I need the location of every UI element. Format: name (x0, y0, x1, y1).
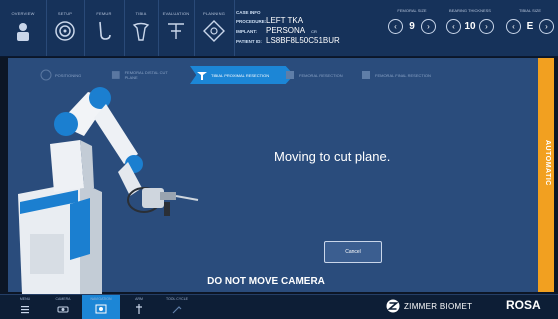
planning-icon (203, 20, 225, 42)
topnav-overview[interactable]: Overview (0, 0, 47, 56)
femur-final-icon (362, 71, 370, 79)
topnav-evaluation[interactable]: Evaluation (158, 0, 195, 56)
bottomnav-arm-label: Arm (135, 297, 143, 301)
topnav-femur-label: Femur (96, 11, 112, 16)
tibia-icon (132, 22, 150, 41)
case-info-header: CASE INFO (236, 10, 261, 15)
bottom-navigation-bar: Menu Camera Navigation Arm Tool Cycle (0, 294, 558, 319)
step-femoral-distal[interactable]: Femoral Distal Cut Plane (110, 66, 180, 84)
zimmer-biomet-icon (386, 299, 400, 313)
decrement-button[interactable]: ‹ (388, 19, 403, 34)
step-femoral-resection[interactable]: Femoral Resection (284, 66, 354, 84)
step-femoral-final-label: Femoral Final Resection (375, 72, 431, 78)
bottomnav-camera-label: Camera (55, 297, 71, 301)
tibial-size-label: Tibial Size (518, 8, 542, 13)
bottomnav-camera[interactable]: Camera (44, 295, 82, 319)
increment-button[interactable]: › (421, 19, 436, 34)
tibia-cut-icon (197, 72, 207, 80)
bearing-thickness-value: 10 (464, 21, 476, 32)
tool-icon (172, 306, 182, 314)
topnav-overview-label: Overview (11, 11, 35, 16)
brand-name: ZIMMER BIOMET (404, 301, 473, 311)
increment-button[interactable]: › (479, 19, 494, 34)
navigation-icon (95, 304, 107, 314)
target-icon (55, 21, 75, 41)
topnav-evaluation-label: Evaluation (162, 11, 190, 16)
step-positioning-label: Positioning (55, 72, 82, 78)
femur-icon (286, 71, 294, 79)
person-icon (17, 23, 29, 41)
robot-arm-illustration (18, 87, 199, 294)
evaluation-icon (168, 23, 184, 39)
bottomnav-navigation-label: Navigation (90, 297, 112, 301)
step-tibial-proximal[interactable]: Tibial Proximal Resection (190, 66, 294, 84)
topnav-femur[interactable]: Femur (84, 0, 125, 56)
bottomnav-menu[interactable]: Menu (6, 295, 44, 319)
decrement-button[interactable]: ‹ (506, 19, 521, 34)
mode-label: AUTOMATIC (544, 140, 551, 186)
implant-flag: CR (311, 29, 317, 34)
step-femoral-distal-label: Femoral Distal Cut Plane (124, 70, 168, 80)
bottomnav-navigation[interactable]: Navigation (82, 295, 120, 319)
step-tibial-proximal-label: Tibial Proximal Resection (211, 72, 270, 78)
zimmer-biomet-logo: ZIMMER BIOMET (386, 299, 472, 313)
topnav-planning[interactable]: Planning (194, 0, 235, 56)
status-message: Moving to cut plane. (274, 149, 391, 164)
step-femoral-final[interactable]: Femoral Final Resection (360, 66, 440, 84)
menu-icon (21, 306, 29, 314)
bottomnav-tool-label: Tool Cycle (166, 297, 188, 301)
femoral-size-value: 9 (409, 21, 415, 32)
workflow-steps: Positioning Femoral Distal Cut Plane Tib… (40, 66, 480, 84)
bottomnav-arm[interactable]: Arm (120, 295, 158, 319)
bottomnav-tool[interactable]: Tool Cycle (158, 295, 196, 319)
topnav-setup[interactable]: Setup (46, 0, 85, 56)
tibial-size-value: E (526, 21, 534, 32)
product-name: ROSA (506, 298, 541, 312)
camera-icon (57, 306, 69, 313)
cancel-button[interactable]: Cancel (324, 241, 382, 263)
procedure-key: PROCEDURE: (236, 19, 267, 24)
implant-value: PERSONA (266, 26, 306, 35)
topnav-setup-label: Setup (57, 11, 73, 16)
tibial-size-counter: Tibial Size ‹ E › (506, 8, 554, 48)
femur-cut-icon (111, 71, 120, 79)
step-femoral-resection-label: Femoral Resection (299, 72, 343, 78)
topnav-planning-label: Planning (202, 11, 226, 16)
topnav-tibia[interactable]: Tibia (124, 0, 159, 56)
bearing-thickness-counter: Bearing Thickness ‹ 10 › (446, 8, 494, 48)
check-icon (40, 69, 52, 81)
robot-arm-icon (136, 304, 142, 314)
top-navigation-bar: Overview Setup Femur Tibia Evaluation Pl… (0, 0, 558, 57)
procedure-value: LEFT TKA (266, 16, 304, 25)
step-positioning[interactable]: Positioning (40, 66, 81, 84)
femoral-size-counter: Femoral Size ‹ 9 › (388, 8, 436, 48)
femur-icon (99, 21, 111, 40)
femoral-size-label: Femoral Size (397, 8, 427, 13)
patient-key: PATIENT ID: (236, 39, 262, 44)
bottomnav-menu-label: Menu (19, 297, 31, 301)
decrement-button[interactable]: ‹ (446, 19, 461, 34)
topnav-tibia-label: Tibia (135, 11, 147, 16)
camera-warning: DO NOT MOVE CAMERA (207, 276, 325, 287)
bearing-thickness-label: Bearing Thickness (449, 8, 491, 13)
case-info-panel: CASE INFO PROCEDURE: LEFT TKA IMPLANT: P… (236, 10, 386, 50)
increment-button[interactable]: › (539, 19, 554, 34)
patient-id: LS8BF8L50C51BUR (266, 36, 340, 45)
implant-key: IMPLANT: (236, 29, 257, 34)
